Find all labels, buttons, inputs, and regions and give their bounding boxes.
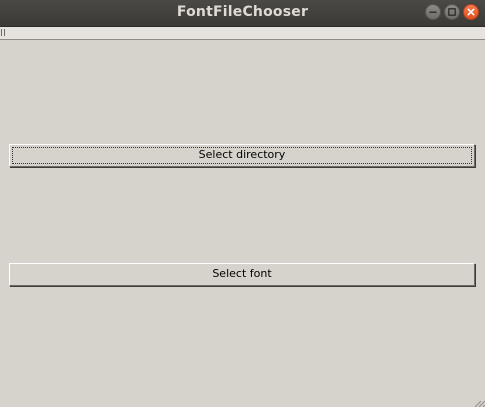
maximize-icon bbox=[448, 8, 456, 16]
minimize-button[interactable] bbox=[425, 4, 441, 20]
app-window: FontFileChooser Select directory Select … bbox=[0, 0, 485, 407]
minimize-icon bbox=[429, 11, 437, 13]
select-font-button[interactable]: Select font bbox=[9, 263, 475, 286]
window-title: FontFileChooser bbox=[176, 4, 309, 20]
select-directory-label: Select directory bbox=[198, 148, 286, 161]
maximize-button[interactable] bbox=[444, 4, 460, 20]
close-icon bbox=[467, 8, 475, 16]
select-font-label: Select font bbox=[212, 267, 272, 280]
title-bar[interactable]: FontFileChooser bbox=[0, 0, 485, 27]
select-directory-button[interactable]: Select directory bbox=[9, 144, 475, 167]
resize-grip-icon[interactable] bbox=[471, 401, 485, 407]
close-button[interactable] bbox=[463, 4, 479, 20]
grip-icon[interactable] bbox=[1, 29, 6, 36]
menu-strip bbox=[0, 27, 485, 40]
